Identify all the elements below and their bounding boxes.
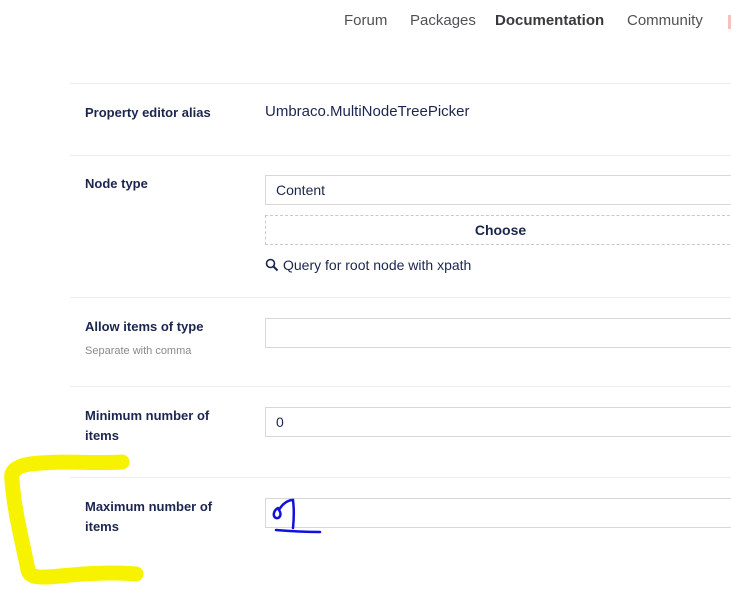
node-type-label: Node type	[85, 176, 148, 191]
divider	[70, 297, 731, 298]
allow-items-input[interactable]	[265, 318, 731, 348]
alias-value: Umbraco.MultiNodeTreePicker	[265, 103, 470, 120]
min-items-input[interactable]: 0	[265, 407, 731, 437]
query-xpath-label: Query for root node with xpath	[283, 257, 472, 273]
divider	[70, 83, 731, 84]
divider	[70, 477, 731, 478]
alias-label: Property editor alias	[85, 105, 211, 120]
choose-button[interactable]: Choose	[265, 215, 731, 245]
allow-items-label: Allow items of type	[85, 319, 204, 334]
divider	[70, 155, 731, 156]
max-items-label: Maximum number of items	[85, 499, 213, 534]
query-xpath-link[interactable]: Query for root node with xpath	[265, 257, 471, 273]
nav-documentation[interactable]: Documentation	[495, 12, 604, 29]
divider	[70, 386, 731, 387]
search-icon	[265, 258, 279, 272]
node-type-value[interactable]: Content	[265, 175, 731, 205]
max-items-input[interactable]	[265, 498, 731, 528]
min-items-label: Minimum number of items	[85, 408, 210, 443]
allow-items-description: Separate with comma	[85, 345, 192, 357]
nav-forum[interactable]: Forum	[344, 12, 387, 29]
top-navigation: Forum Packages Documentation Community	[0, 12, 731, 32]
nav-packages[interactable]: Packages	[410, 12, 476, 29]
nav-community[interactable]: Community	[627, 12, 703, 29]
